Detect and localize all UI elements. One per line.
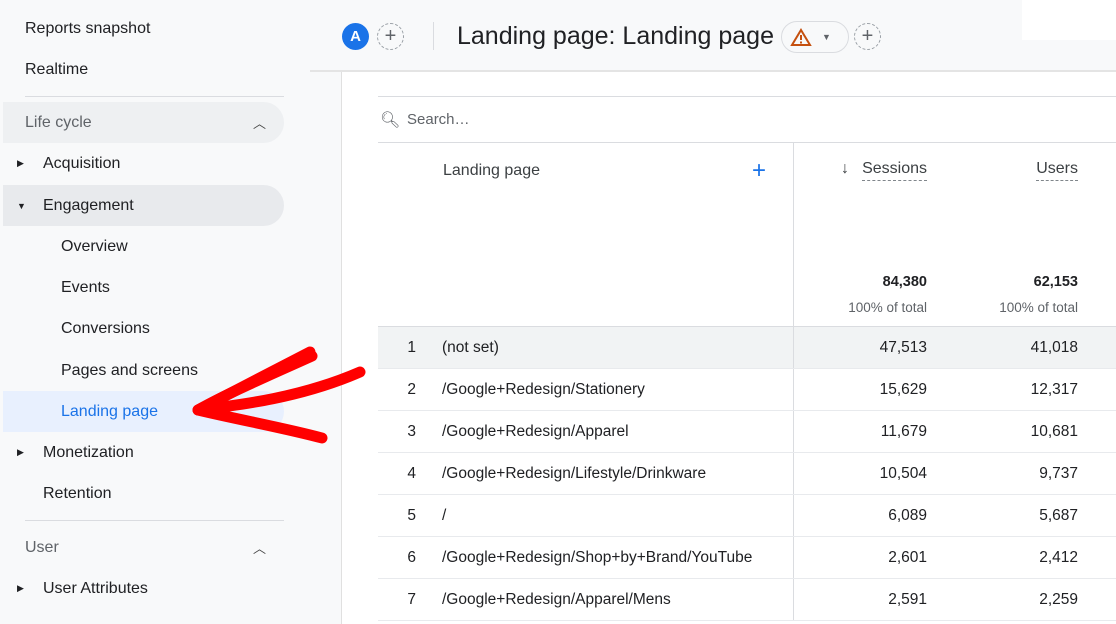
nav-user-attributes[interactable]: ▶ User Attributes (3, 568, 284, 609)
table-row[interactable]: 3/Google+Redesign/Apparel 11,679 10,681 (378, 411, 1116, 453)
nav-reports-snapshot[interactable]: Reports snapshot (25, 8, 150, 49)
sessions-cell: 2,601 (888, 549, 927, 566)
landing-page-cell[interactable]: /Google+Redesign/Shop+by+Brand/YouTube (442, 549, 752, 567)
sessions-cell: 2,591 (888, 591, 927, 608)
caret-right-icon: ▶ (17, 447, 24, 457)
nav-label: Overview (61, 237, 128, 255)
sessions-cell: 11,679 (880, 423, 927, 440)
sessions-cell: 6,089 (888, 507, 927, 524)
search-icon: 🔍︎ (380, 111, 401, 129)
report-table: 🔍︎ Search… Landing page + ↓ Sessions Use… (378, 96, 1116, 621)
sort-desc-icon: ↓ (841, 160, 849, 177)
section-life-cycle[interactable]: Life cycle ︿ (3, 102, 284, 143)
sessions-cell: 15,629 (879, 381, 927, 398)
divider (433, 22, 434, 50)
nav-pages-and-screens[interactable]: Pages and screens (3, 350, 284, 391)
landing-page-cell[interactable]: /Google+Redesign/Apparel (442, 423, 629, 441)
search-input[interactable]: Search… (407, 111, 470, 128)
nav-events[interactable]: Events (3, 267, 284, 308)
row-index: 3 (407, 423, 416, 440)
nav-engagement[interactable]: ▼ Engagement (3, 185, 284, 226)
caret-down-icon: ▼ (17, 200, 26, 211)
warning-icon (790, 27, 812, 46)
nav-landing-page[interactable]: Landing page (3, 391, 284, 432)
row-index: 4 (407, 465, 416, 482)
users-cell: 41,018 (1030, 339, 1078, 356)
sessions-cell: 10,504 (879, 465, 927, 482)
add-comparison-icon[interactable]: + (377, 23, 404, 50)
nav-label: Landing page (61, 402, 158, 420)
landing-page-cell[interactable]: / (442, 507, 446, 525)
chevron-up-icon: ︿ (252, 116, 266, 131)
table-header: Landing page + ↓ Sessions Users 84,380 1… (378, 143, 1116, 327)
nav-label: Monetization (43, 443, 134, 461)
nav-label: Events (61, 278, 110, 296)
nav-conversions[interactable]: Conversions (3, 308, 284, 349)
table-row[interactable]: 2/Google+Redesign/Stationery 15,629 12,317 (378, 369, 1116, 411)
nav-overview[interactable]: Overview (3, 226, 284, 267)
data-quality-button[interactable]: ▼ (781, 21, 849, 53)
section-label: User (25, 538, 59, 556)
row-index: 5 (407, 507, 416, 524)
page-title: Landing page: Landing page (457, 22, 774, 50)
nav-label: Conversions (61, 319, 150, 337)
section-user[interactable]: User ︿ (3, 527, 284, 568)
total-users-percent: 100% of total (999, 300, 1078, 315)
nav-label: Acquisition (43, 154, 121, 172)
report-header: A + Landing page: Landing page ▼ + (310, 0, 1116, 72)
nav-acquisition[interactable]: ▶ Acquisition (3, 143, 284, 184)
caret-down-icon: ▼ (822, 32, 831, 42)
comparison-avatar[interactable]: A (342, 23, 369, 50)
nav-label: Retention (43, 484, 112, 502)
table-row[interactable]: 4/Google+Redesign/Lifestyle/Drinkware 10,… (378, 453, 1116, 495)
landing-page-cell[interactable]: /Google+Redesign/Lifestyle/Drinkware (442, 465, 706, 483)
users-cell: 12,317 (1030, 381, 1078, 398)
add-dimension-icon[interactable]: + (752, 157, 766, 185)
total-sessions-percent: 100% of total (848, 300, 927, 315)
table-row[interactable]: 6/Google+Redesign/Shop+by+Brand/YouTube 2… (378, 537, 1116, 579)
nav-label: Pages and screens (61, 361, 198, 379)
column-header-landing-page[interactable]: Landing page (443, 162, 540, 180)
sidebar: Reports snapshot Realtime Life cycle ︿ ▶ A… (0, 0, 342, 624)
row-index: 2 (407, 381, 416, 398)
row-index: 7 (407, 591, 416, 608)
column-header-users[interactable]: Users (1036, 160, 1078, 181)
table-row[interactable]: 7/Google+Redesign/Apparel/Mens 2,591 2,259 (378, 579, 1116, 621)
divider (25, 520, 284, 521)
chevron-up-icon: ︿ (252, 541, 266, 556)
divider (25, 96, 284, 97)
nav-label: Engagement (43, 196, 134, 214)
row-index: 1 (407, 339, 416, 356)
table-row[interactable]: 1 (not set) 47,513 41,018 (378, 327, 1116, 369)
nav-realtime[interactable]: Realtime (25, 49, 88, 90)
nav-label: User Attributes (43, 579, 148, 597)
add-filter-icon[interactable]: + (854, 23, 881, 50)
caret-right-icon: ▶ (17, 158, 24, 168)
users-cell: 2,259 (1039, 591, 1078, 608)
column-header-sessions[interactable]: Sessions (862, 160, 927, 181)
row-index: 6 (407, 549, 416, 566)
table-row[interactable]: 5 / 6,089 5,687 (378, 495, 1116, 537)
total-users: 62,153 (1033, 274, 1078, 290)
users-cell: 10,681 (1030, 423, 1078, 440)
users-cell: 9,737 (1039, 465, 1078, 482)
landing-page-cell[interactable]: /Google+Redesign/Apparel/Mens (442, 591, 671, 609)
section-label: Life cycle (25, 113, 92, 131)
nav-retention[interactable]: Retention (3, 473, 284, 514)
landing-page-cell[interactable]: /Google+Redesign/Stationery (442, 381, 645, 399)
caret-right-icon: ▶ (17, 583, 24, 593)
users-cell: 5,687 (1039, 507, 1078, 524)
total-sessions: 84,380 (882, 274, 927, 290)
landing-page-cell[interactable]: (not set) (442, 339, 499, 357)
nav-monetization[interactable]: ▶ Monetization (3, 432, 284, 473)
sessions-cell: 47,513 (879, 339, 927, 356)
users-cell: 2,412 (1039, 549, 1078, 566)
search-bar[interactable]: 🔍︎ Search… (378, 97, 1116, 143)
